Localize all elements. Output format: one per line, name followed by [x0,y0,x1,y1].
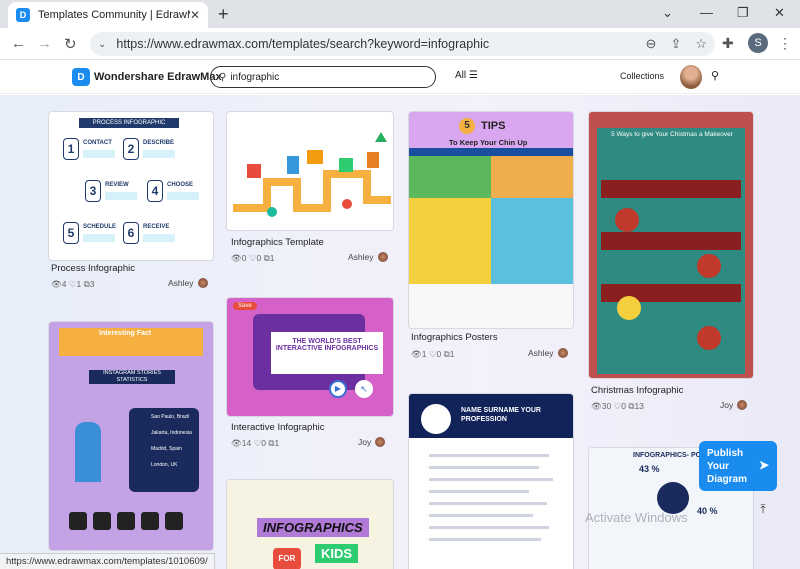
card-author[interactable]: Ashley [348,252,388,262]
likes-icon: ♡ [68,279,77,289]
brand-name: Wondershare EdrawMax [94,71,222,83]
zoom-icon[interactable]: ⊖ [646,36,657,52]
minimize-icon[interactable]: — [700,5,713,20]
all-label: All [455,70,467,81]
tab-search-chevron-icon[interactable]: ⌄ [662,5,673,21]
browser-menu-icon[interactable]: ⋮ [778,35,792,52]
card-stats: 👁4 ♡1 ⧉3 [51,279,95,289]
card-title[interactable]: Process Infographic [51,263,135,274]
card-stats: 👁1 ♡0 ⧉1 [411,349,455,359]
send-icon: ➤ [758,458,769,472]
template-thumbnail-resume[interactable]: NAME SURNAME YOUR PROFESSION [408,393,574,569]
card-author[interactable]: Joy [720,400,748,410]
views-icon: 👁 [231,253,242,263]
share-icon[interactable]: ⇪ [670,36,681,52]
activation-watermark: Activate Windows [585,510,688,525]
template-thumbnail-timeline[interactable] [226,111,394,231]
author-avatar [377,252,388,262]
tab-title: Templates Community | EdrawMax [38,9,190,21]
address-toolbar: ← → ↻ ⌄ https://www.edrawmax.com/templat… [0,28,800,60]
process-step: 5 SCHEDULE [63,222,119,246]
close-window-icon[interactable]: ✕ [774,5,785,21]
browser-tab[interactable]: D Templates Community | EdrawMax ✕ [8,2,208,28]
template-thumbnail-tips[interactable]: 5 TIPS To Keep Your Chin Up [408,111,574,329]
likes-icon: ♡ [428,349,437,359]
site-header: D Wondershare EdrawMax ⚲ All ☰ Collectio… [0,60,800,94]
user-avatar[interactable] [680,65,702,89]
play-icon: ▶ [329,380,347,398]
reload-icon[interactable]: ↻ [64,35,77,53]
author-avatar [375,437,386,447]
template-thumbnail-process[interactable]: PROCESS INFOGRAPHIC 1 CONTACT 2 DESCRIBE 3… [48,111,214,261]
card-stats: 👁0 ♡0 ⧉1 [231,253,275,263]
all-menu-button[interactable]: All ☰ [455,70,478,81]
edrawmax-favicon-icon: D [16,8,30,22]
process-step: 3 REVIEW [85,180,141,204]
timeline-road-illustration [233,132,391,217]
person-illustration [75,422,101,482]
restore-icon[interactable]: ❐ [737,5,749,21]
edrawmax-logo[interactable]: D Wondershare EdrawMax [72,68,222,86]
likes-icon: ♡ [248,253,257,263]
process-step: 1 CONTACT [63,138,119,162]
thumb-title: PROCESS INFOGRAPHIC [79,118,179,128]
profile-avatar[interactable]: S [748,33,768,53]
card-title[interactable]: Infographics Posters [411,332,498,343]
views-icon: 👁 [411,349,422,359]
author-avatar [737,400,748,410]
views-icon: 👁 [591,401,602,411]
template-thumbnail-instagram[interactable]: Interesting Fact INSTAGRAM STORIES STATI… [48,321,214,551]
status-bar-url: https://www.edrawmax.com/templates/10106… [0,553,215,569]
card-stats: 👁14 ♡0 ⧉1 [231,438,280,448]
cursor-icon: ↖ [355,380,373,398]
back-to-top-icon[interactable]: ⤒ [754,502,772,520]
views-icon: 👁 [51,279,62,289]
template-thumbnail-kids[interactable]: INFOGRAPHICS FOR KIDS [226,479,394,569]
hamburger-icon: ☰ [468,70,478,81]
forward-icon[interactable]: → [37,35,52,52]
new-tab-icon[interactable]: + [218,4,229,25]
tips-header-band: 5 TIPS To Keep Your Chin Up [409,112,573,152]
author-avatar [557,348,568,358]
process-step: 2 DESCRIBE [123,138,179,162]
back-icon[interactable]: ← [11,35,26,52]
bookmark-star-icon[interactable]: ☆ [695,36,707,52]
card-title[interactable]: Christmas Infographic [591,385,683,396]
avatar-illustration [421,404,451,434]
card-title[interactable]: Infographics Template [231,237,324,248]
card-stats: 👁30 ♡0 ⧉13 [591,401,644,411]
card-author[interactable]: Ashley [528,348,568,358]
edrawmax-logo-icon: D [72,68,90,86]
save-badge[interactable]: Save [233,302,257,310]
url-text[interactable]: https://www.edrawmax.com/templates/searc… [116,37,631,51]
site-info-icon[interactable]: ⌄ [98,39,106,50]
card-author[interactable]: Ashley [168,278,208,288]
publish-diagram-button[interactable]: Publish Your Diagram ➤ [699,441,777,491]
process-step: 6 RECEIVE [123,222,179,246]
search-input[interactable] [230,71,421,83]
card-author[interactable]: Joy [358,437,386,447]
search-icon: ⚲ [219,71,227,83]
card-title[interactable]: Interactive Infographic [231,422,324,433]
template-grid: PROCESS INFOGRAPHIC 1 CONTACT 2 DESCRIBE 3… [0,95,800,569]
url-bar[interactable]: ⌄ https://www.edrawmax.com/templates/sea… [90,32,715,56]
author-avatar [197,278,208,288]
header-search-icon[interactable]: ⚲ [711,69,719,82]
collections-link[interactable]: Collections [620,71,664,81]
views-icon: 👁 [231,438,242,448]
template-thumbnail-christmas[interactable]: 5 Ways to give Your Chistmas a Makeover [588,111,754,379]
template-search-box[interactable]: ⚲ [210,66,436,88]
browser-tab-bar: D Templates Community | EdrawMax ✕ + ⌄ —… [0,0,800,28]
extensions-puzzle-icon[interactable]: ✚ [722,35,734,52]
close-tab-icon[interactable]: ✕ [190,8,200,22]
template-thumbnail-interactive[interactable]: THE WORLD'S BEST INTERACTIVE INFOGRAPHIC… [226,297,394,417]
process-step: 4 CHOOSE [147,180,203,204]
